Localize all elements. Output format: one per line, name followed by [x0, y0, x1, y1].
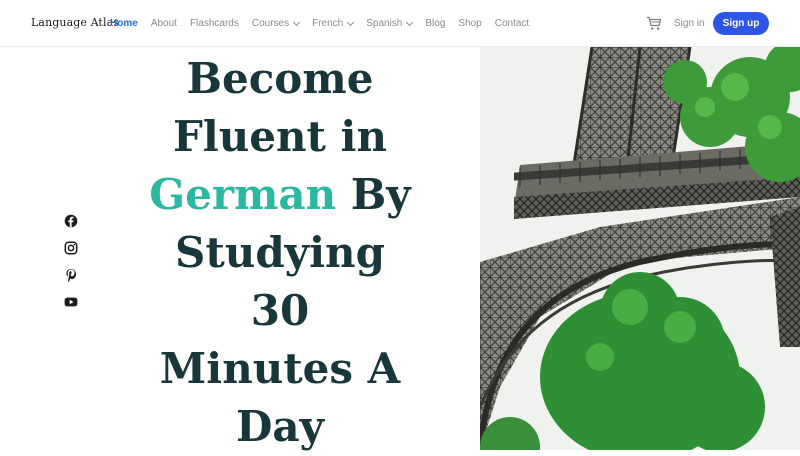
- eiffel-tower-illustration: [480, 47, 800, 450]
- nav-item-label: French: [312, 18, 344, 29]
- hero-line: Minutes A: [159, 344, 401, 393]
- chevron-down-icon: [347, 18, 355, 26]
- nav-item-label: Contact: [494, 18, 530, 29]
- site-logo[interactable]: Language Atlas: [31, 16, 119, 29]
- cart-icon[interactable]: [646, 16, 662, 31]
- nav-item-label: Blog: [425, 18, 446, 29]
- top-navigation: Language Atlas Home About Flashcards Cou…: [0, 0, 800, 47]
- sign-up-button[interactable]: Sign up: [713, 12, 769, 35]
- nav-item-courses[interactable]: Courses: [251, 18, 301, 29]
- facebook-icon[interactable]: [64, 214, 78, 228]
- hero-headline: Become Fluent in German By Studying 30 M…: [140, 50, 420, 456]
- hero-line: German By: [140, 166, 420, 224]
- nav-item-blog[interactable]: Blog: [425, 18, 445, 29]
- nav-item-spanish[interactable]: Spanish: [366, 18, 414, 29]
- hero-accent-language: German: [149, 170, 337, 219]
- nav-item-label: Flashcards: [189, 18, 239, 29]
- nav-item-label: Spanish: [366, 18, 403, 29]
- youtube-icon[interactable]: [64, 295, 78, 309]
- nav-item-label: Shop: [458, 18, 482, 29]
- nav-item-shop[interactable]: Shop: [458, 18, 481, 29]
- nav-item-contact[interactable]: Contact: [495, 18, 529, 29]
- pinterest-icon[interactable]: [64, 268, 78, 282]
- nav-item-home[interactable]: Home: [110, 18, 138, 29]
- hero-line: Day: [235, 402, 325, 451]
- nav-item-flashcards[interactable]: Flashcards: [190, 18, 239, 29]
- hero-line-rest: By: [336, 170, 411, 219]
- chevron-down-icon: [406, 18, 414, 26]
- nav-item-label: Courses: [251, 18, 290, 29]
- hero-image: [480, 47, 800, 450]
- main-menu: Home About Flashcards Courses French Spa…: [110, 0, 542, 47]
- nav-item-about[interactable]: About: [151, 18, 177, 29]
- sign-in-link[interactable]: Sign in: [674, 18, 705, 29]
- nav-item-label: Home: [110, 18, 138, 29]
- hero-line: Studying 30: [175, 228, 385, 335]
- nav-item-french[interactable]: French: [312, 18, 355, 29]
- hero-line: Fluent in: [172, 112, 388, 161]
- nav-item-label: About: [150, 18, 177, 29]
- hero-line: Become: [186, 54, 374, 103]
- chevron-down-icon: [293, 18, 301, 26]
- instagram-icon[interactable]: [64, 241, 78, 255]
